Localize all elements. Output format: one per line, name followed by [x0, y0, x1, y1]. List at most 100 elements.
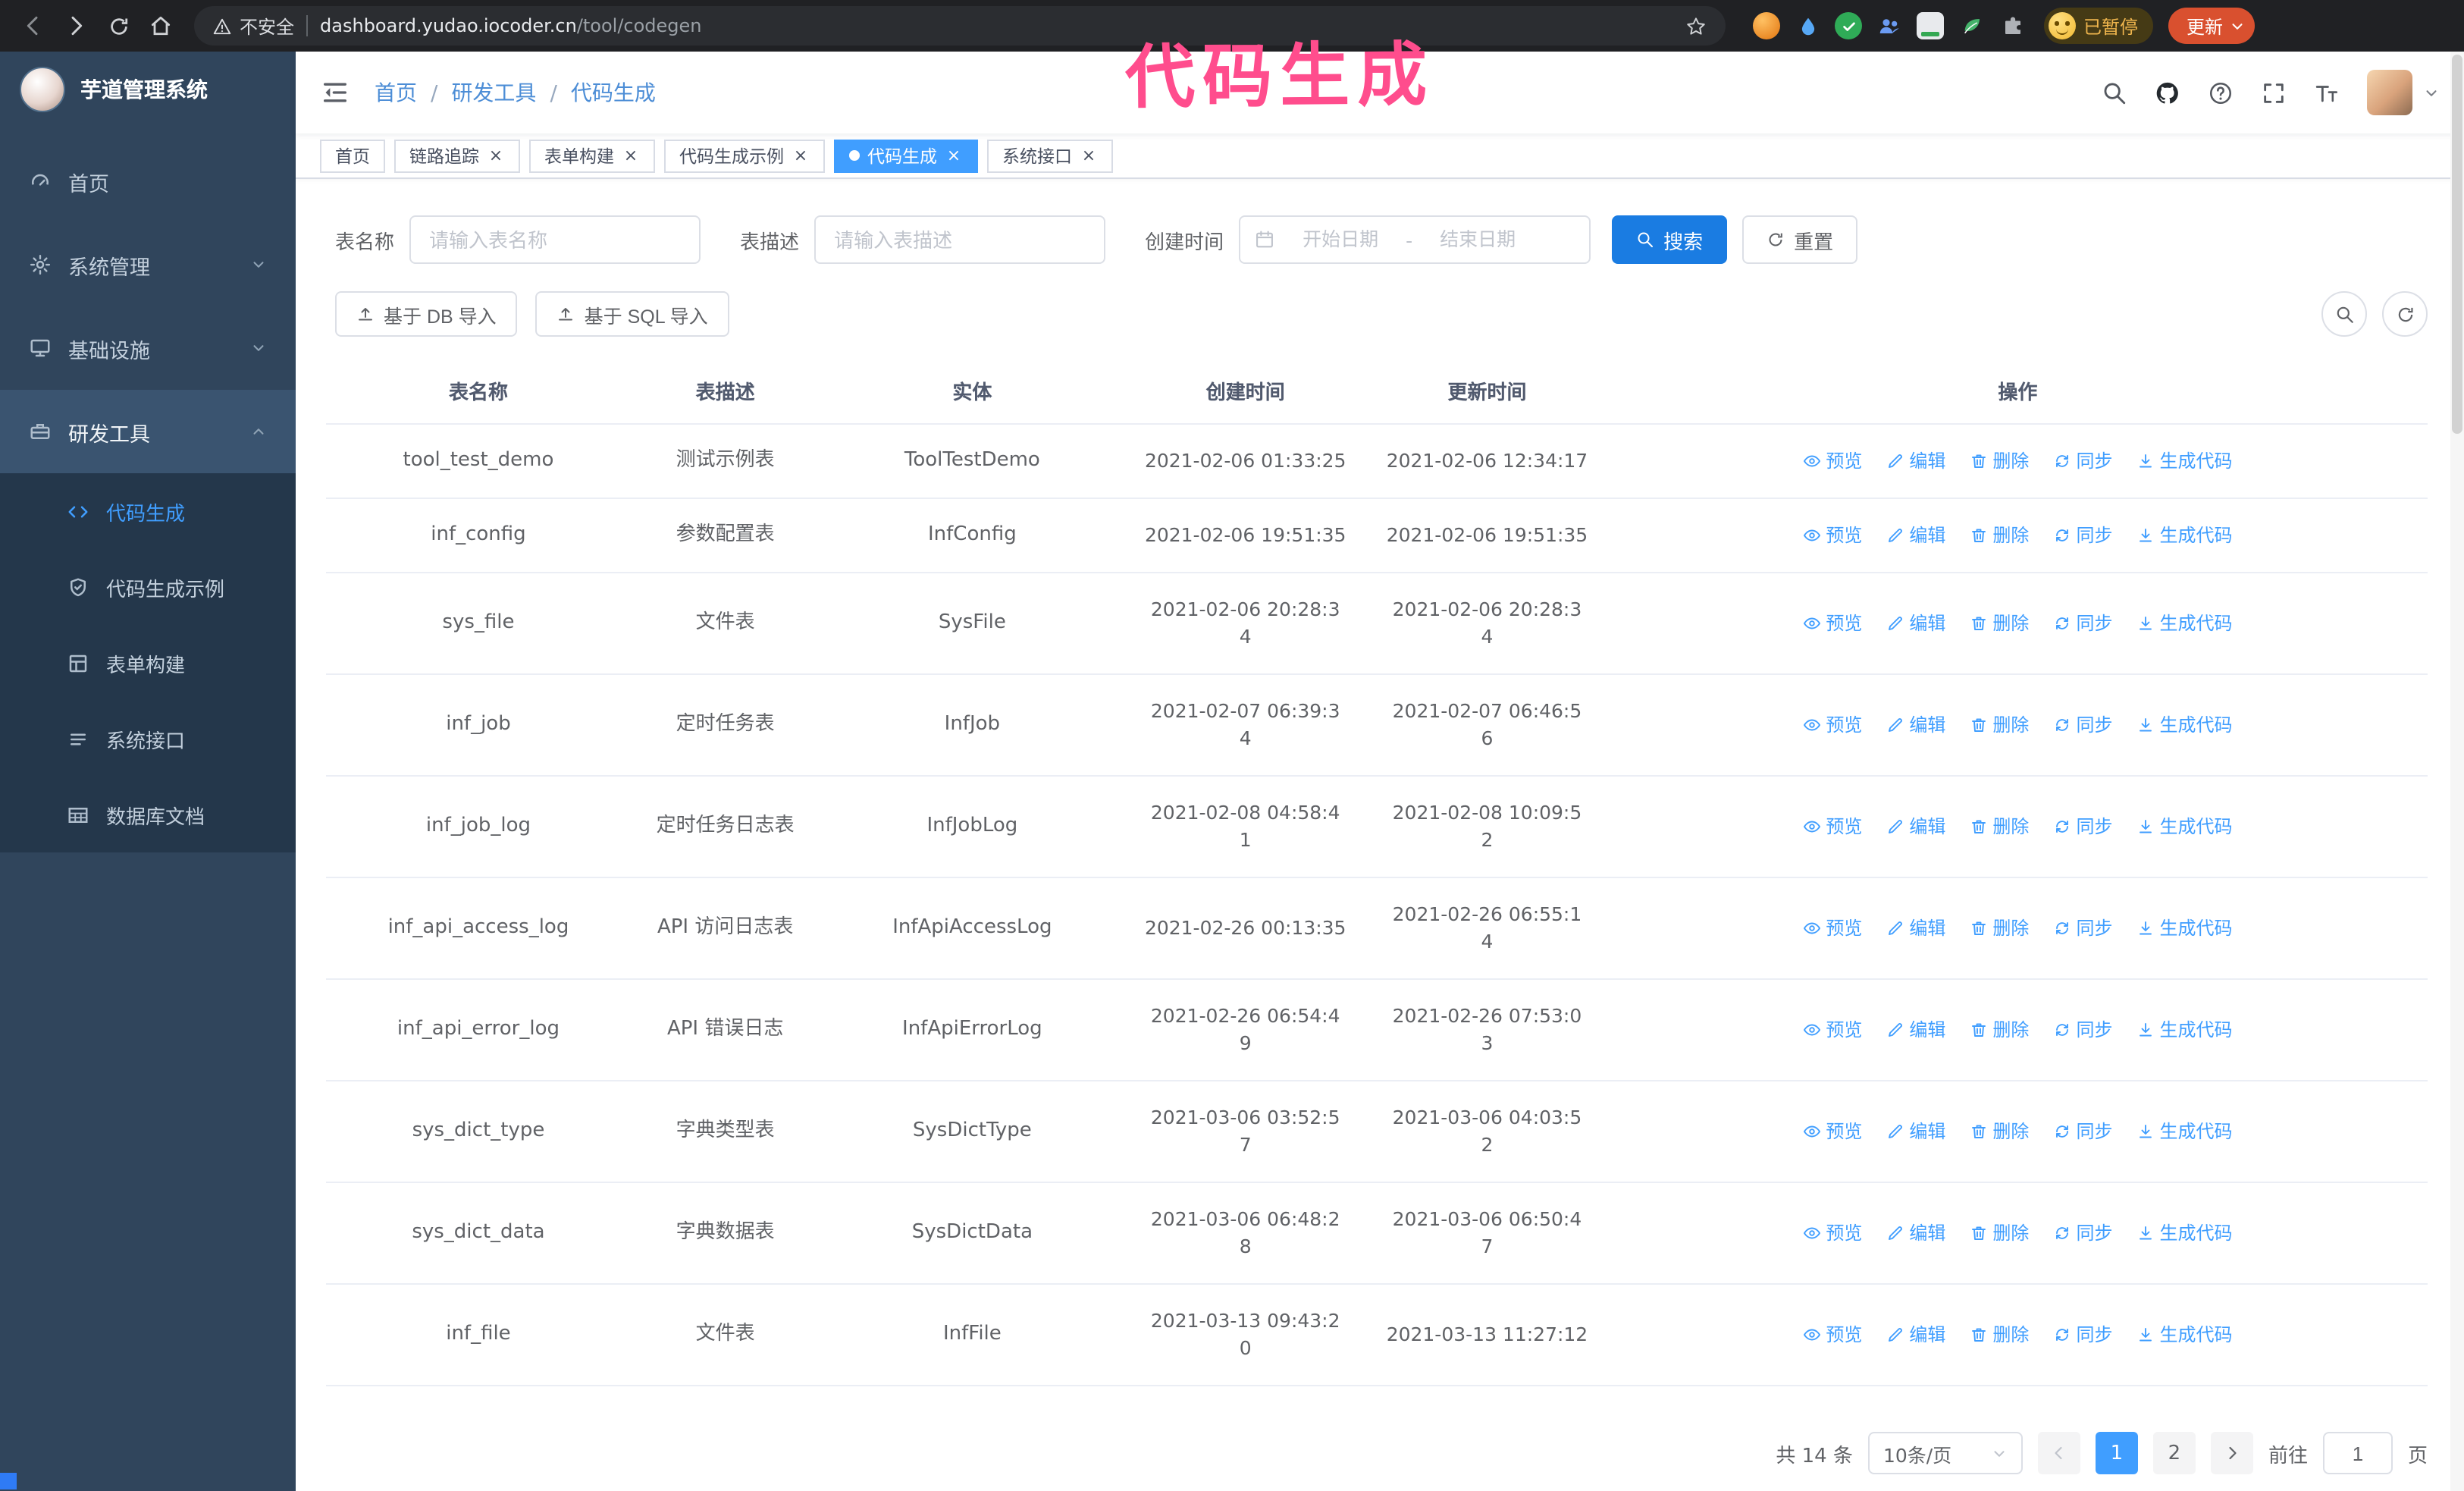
edit-link[interactable]: 编辑 [1886, 447, 1945, 475]
sync-link[interactable]: 同步 [2053, 813, 2112, 840]
next-page-button[interactable] [2210, 1432, 2253, 1474]
search-icon[interactable] [2102, 80, 2127, 105]
table-name-input[interactable] [409, 215, 701, 264]
extension-icon-green-check[interactable] [1835, 12, 1862, 39]
fullscreen-icon[interactable] [2261, 80, 2287, 105]
date-range-picker[interactable]: - [1239, 215, 1591, 264]
tab-close-icon[interactable] [792, 146, 810, 165]
delete-link[interactable]: 删除 [1970, 522, 2029, 549]
extension-icon-orange[interactable] [1753, 12, 1780, 39]
delete-link[interactable]: 删除 [1970, 711, 2029, 739]
page-button-2[interactable]: 2 [2152, 1432, 2196, 1474]
browser-forward-button[interactable] [58, 8, 94, 44]
edit-link[interactable]: 编辑 [1886, 610, 1945, 637]
edit-link[interactable]: 编辑 [1886, 522, 1945, 549]
generate-code-link[interactable]: 生成代码 [2136, 1321, 2233, 1348]
sync-link[interactable]: 同步 [2053, 1016, 2112, 1044]
sync-link[interactable]: 同步 [2053, 447, 2112, 475]
reset-button[interactable]: 重置 [1742, 215, 1858, 264]
tab-codegen-example[interactable]: 代码生成示例 [664, 139, 825, 172]
preview-link[interactable]: 预览 [1803, 1219, 1862, 1247]
url-text[interactable]: dashboard.yudao.iocoder.cn/tool/codegen [320, 15, 1672, 36]
tab-codegen[interactable]: 代码生成 [834, 139, 978, 172]
tab-close-icon[interactable] [945, 146, 963, 165]
page-button-1[interactable]: 1 [2095, 1432, 2138, 1474]
font-size-icon[interactable] [2314, 80, 2340, 105]
help-icon[interactable] [2208, 80, 2234, 105]
tab-close-icon[interactable] [622, 146, 640, 165]
browser-update-button[interactable]: 更新 [2168, 8, 2256, 44]
preview-link[interactable]: 预览 [1803, 1118, 1862, 1145]
delete-link[interactable]: 删除 [1970, 1118, 2029, 1145]
extension-icon-card[interactable] [1917, 12, 1944, 39]
search-button[interactable]: 搜索 [1612, 215, 1728, 264]
end-date-input[interactable] [1419, 229, 1538, 250]
sidebar-item-form-builder[interactable]: 表单构建 [0, 625, 296, 701]
generate-code-link[interactable]: 生成代码 [2136, 610, 2233, 637]
import-db-button[interactable]: 基于 DB 导入 [335, 291, 518, 337]
sidebar-item-system-management[interactable]: 系统管理 [0, 223, 296, 306]
sidebar-item-system-api[interactable]: 系统接口 [0, 701, 296, 777]
delete-link[interactable]: 删除 [1970, 1219, 2029, 1247]
delete-link[interactable]: 删除 [1970, 1321, 2029, 1348]
security-chip[interactable]: 不安全 [212, 13, 294, 39]
preview-link[interactable]: 预览 [1803, 522, 1862, 549]
generate-code-link[interactable]: 生成代码 [2136, 522, 2233, 549]
tab-close-icon[interactable] [487, 146, 505, 165]
refresh-table-button[interactable] [2382, 291, 2428, 337]
import-sql-button[interactable]: 基于 SQL 导入 [535, 291, 729, 337]
edit-link[interactable]: 编辑 [1886, 1219, 1945, 1247]
toggle-search-button[interactable] [2321, 291, 2367, 337]
bookmark-star-icon[interactable] [1685, 14, 1707, 37]
sync-link[interactable]: 同步 [2053, 1219, 2112, 1247]
tab-trace[interactable]: 链路追踪 [394, 139, 520, 172]
sidebar-item-codegen-example[interactable]: 代码生成示例 [0, 549, 296, 625]
browser-back-button[interactable] [15, 8, 52, 44]
preview-link[interactable]: 预览 [1803, 813, 1862, 840]
sidebar-item-home[interactable]: 首页 [0, 140, 296, 223]
generate-code-link[interactable]: 生成代码 [2136, 915, 2233, 942]
breadcrumb-dev-tools[interactable]: 研发工具 [417, 77, 536, 108]
preview-link[interactable]: 预览 [1803, 447, 1862, 475]
prev-page-button[interactable] [2037, 1432, 2080, 1474]
user-menu[interactable] [2367, 70, 2440, 115]
generate-code-link[interactable]: 生成代码 [2136, 447, 2233, 475]
preview-link[interactable]: 预览 [1803, 1016, 1862, 1044]
tab-home[interactable]: 首页 [320, 139, 385, 172]
app-logo[interactable]: 芋道管理系统 [0, 52, 296, 127]
tab-system-api[interactable]: 系统接口 [987, 139, 1113, 172]
start-date-input[interactable] [1281, 229, 1400, 250]
sync-link[interactable]: 同步 [2053, 711, 2112, 739]
edit-link[interactable]: 编辑 [1886, 1016, 1945, 1044]
delete-link[interactable]: 删除 [1970, 1016, 2029, 1044]
goto-page-input[interactable] [2322, 1432, 2393, 1474]
profile-paused-chip[interactable]: 已暂停 [2044, 8, 2154, 44]
sync-link[interactable]: 同步 [2053, 1321, 2112, 1348]
tab-close-icon[interactable] [1080, 146, 1098, 165]
github-icon[interactable] [2155, 80, 2180, 105]
extension-icon-people[interactable] [1876, 12, 1903, 39]
generate-code-link[interactable]: 生成代码 [2136, 1118, 2233, 1145]
edit-link[interactable]: 编辑 [1886, 915, 1945, 942]
tab-form-builder[interactable]: 表单构建 [529, 139, 655, 172]
delete-link[interactable]: 删除 [1970, 915, 2029, 942]
sidebar-toggle-icon[interactable] [320, 77, 350, 108]
delete-link[interactable]: 删除 [1970, 610, 2029, 637]
page-size-select[interactable]: 10条/页 [1867, 1432, 2023, 1474]
sidebar-item-codegen[interactable]: 代码生成 [0, 473, 296, 549]
scrollbar-track[interactable] [2450, 52, 2464, 1491]
generate-code-link[interactable]: 生成代码 [2136, 711, 2233, 739]
sidebar-item-dev-tools[interactable]: 研发工具 [0, 390, 296, 473]
edit-link[interactable]: 编辑 [1886, 1118, 1945, 1145]
generate-code-link[interactable]: 生成代码 [2136, 813, 2233, 840]
browser-home-button[interactable] [143, 8, 179, 44]
extensions-puzzle-icon[interactable] [1998, 12, 2026, 39]
generate-code-link[interactable]: 生成代码 [2136, 1016, 2233, 1044]
edit-link[interactable]: 编辑 [1886, 813, 1945, 840]
extension-icon-leaf[interactable] [1958, 12, 1985, 39]
extension-icon-drop[interactable] [1794, 12, 1821, 39]
generate-code-link[interactable]: 生成代码 [2136, 1219, 2233, 1247]
sync-link[interactable]: 同步 [2053, 522, 2112, 549]
edit-link[interactable]: 编辑 [1886, 711, 1945, 739]
preview-link[interactable]: 预览 [1803, 610, 1862, 637]
